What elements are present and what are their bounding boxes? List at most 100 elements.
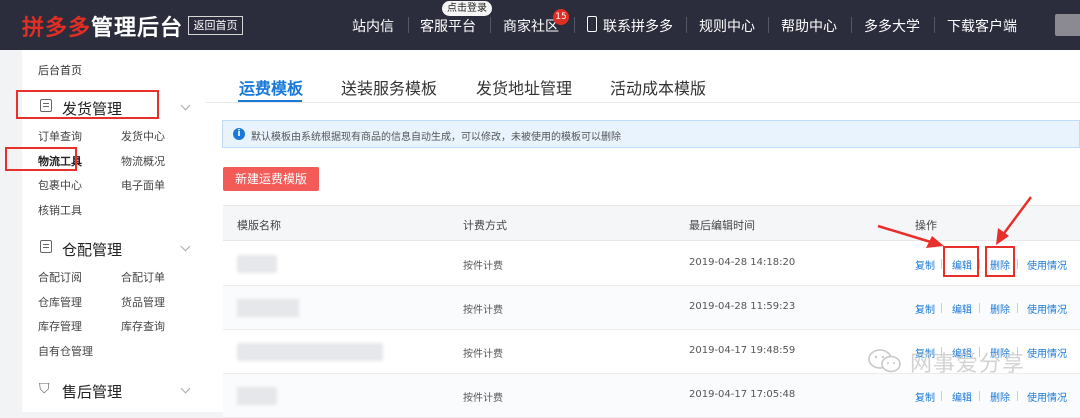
nav-download-client[interactable]: 下载客户端	[947, 16, 1017, 36]
edit-link[interactable]: 编辑	[952, 301, 972, 316]
wechat-icon	[868, 349, 901, 373]
tab-delivery-install-template[interactable]: 送装服务模板	[341, 75, 437, 99]
copy-link[interactable]: 复制	[915, 257, 935, 272]
nav-divider	[490, 17, 491, 33]
usage-link[interactable]: 使用情况	[1027, 345, 1067, 360]
document-icon	[40, 240, 52, 253]
login-badge[interactable]: 点击登录	[442, 1, 492, 16]
logo-brand: 拼多多	[22, 16, 92, 41]
phone-icon	[587, 16, 597, 32]
action-divider	[941, 259, 942, 269]
tab-shipping-address[interactable]: 发货地址管理	[476, 75, 572, 99]
avatar[interactable]	[1055, 14, 1080, 36]
table-row: 按件计费 2019-04-17 17:05:48 复制 编辑 删除 使用情况	[223, 374, 1080, 418]
nav-customer-service[interactable]: 客服平台	[420, 16, 476, 36]
tabs-divider	[206, 102, 1080, 103]
template-name-redacted	[237, 255, 277, 273]
sidebar-home[interactable]: 后台首页	[38, 62, 82, 78]
sidebar-section-warehouse[interactable]: 仓配管理	[62, 239, 122, 260]
sidebar-item-parcel-center[interactable]: 包裹中心	[38, 177, 82, 193]
highlight-box	[985, 246, 1015, 277]
action-divider	[941, 303, 942, 313]
billing-method: 按件计费	[463, 261, 503, 272]
action-divider	[979, 391, 980, 401]
nav-messages[interactable]: 站内信	[352, 16, 394, 36]
delete-link[interactable]: 删除	[990, 301, 1010, 316]
tab-freight-template[interactable]: 运费模板	[239, 75, 303, 99]
sidebar-item-warehouse-orders[interactable]: 合配订单	[121, 269, 165, 285]
logo-title: 管理后台	[91, 16, 184, 41]
template-table: 模版名称 计费方式 最后编辑时间 操作 按件计费 2019-04-28 14:1…	[223, 205, 1080, 418]
nav-help[interactable]: 帮助中心	[781, 16, 837, 36]
action-divider	[979, 303, 980, 313]
template-name-redacted	[237, 387, 277, 405]
sidebar-item-inventory-management[interactable]: 库存管理	[38, 318, 82, 334]
action-divider	[1017, 391, 1018, 401]
edit-link[interactable]: 编辑	[952, 389, 972, 404]
table-row: 按件计费 2019-04-28 11:59:23 复制 编辑 删除 使用情况	[223, 286, 1080, 330]
nav-divider	[934, 17, 935, 33]
chevron-down-icon[interactable]	[180, 100, 191, 111]
usage-link[interactable]: 使用情况	[1027, 389, 1067, 404]
nav-divider	[408, 17, 409, 33]
nav-university[interactable]: 多多大学	[864, 16, 920, 36]
header-actions: 操作	[915, 219, 937, 232]
notice-text: 默认模板由系统根据现有商品的信息自动生成，可以修改，未被使用的模板可以删除	[251, 132, 621, 143]
info-icon: i	[233, 128, 245, 140]
last-edited-time: 2019-04-17 19:48:59	[689, 345, 796, 356]
chevron-down-icon[interactable]	[180, 383, 191, 394]
billing-method: 按件计费	[463, 305, 503, 316]
tab-activity-cost-template[interactable]: 活动成本模版	[610, 75, 706, 99]
usage-link[interactable]: 使用情况	[1027, 301, 1067, 316]
table-header: 模版名称 计费方式 最后编辑时间 操作	[223, 205, 1080, 241]
nav-contact[interactable]: 联系拼多多	[603, 16, 673, 36]
back-home-button[interactable]: 返回首页	[188, 16, 243, 35]
last-edited-time: 2019-04-28 14:18:20	[689, 257, 796, 268]
action-divider	[979, 259, 980, 269]
chevron-down-icon[interactable]	[180, 241, 191, 252]
community-count-badge: 15	[553, 9, 569, 25]
nav-divider	[851, 17, 852, 33]
billing-method: 按件计费	[463, 349, 503, 360]
action-divider	[1017, 259, 1018, 269]
template-name-redacted	[237, 299, 299, 317]
sidebar-item-own-warehouse[interactable]: 自有仓管理	[38, 343, 93, 359]
shield-icon: ⛉	[39, 381, 50, 397]
copy-link[interactable]: 复制	[915, 301, 935, 316]
sidebar-item-subscription[interactable]: 合配订阅	[38, 269, 82, 285]
delete-link[interactable]: 删除	[990, 389, 1010, 404]
nav-rules[interactable]: 规则中心	[699, 16, 755, 36]
action-divider	[941, 391, 942, 401]
nav-divider	[574, 17, 575, 33]
info-notice: i 默认模板由系统根据现有商品的信息自动生成，可以修改，未被使用的模板可以删除	[222, 120, 1080, 148]
sidebar-section-after-sales[interactable]: 售后管理	[62, 381, 122, 402]
billing-method: 按件计费	[463, 393, 503, 404]
sidebar-item-verification-tools[interactable]: 核销工具	[38, 202, 82, 218]
last-edited-time: 2019-04-28 11:59:23	[689, 301, 796, 312]
sidebar-item-order-query[interactable]: 订单查询	[38, 128, 82, 144]
sidebar-item-inventory-query[interactable]: 库存查询	[121, 318, 165, 334]
top-bar: 拼多多管理后台 返回首页 站内信 点击登录 客服平台 商家社区 15 联系拼多多…	[0, 0, 1080, 50]
action-divider	[1017, 303, 1018, 313]
header-last-edited: 最后编辑时间	[689, 219, 755, 232]
watermark-text: 网事爱分享	[910, 352, 1026, 377]
sidebar-item-e-waybill[interactable]: 电子面单	[121, 177, 165, 193]
header-template-name: 模版名称	[237, 219, 281, 232]
copy-link[interactable]: 复制	[915, 389, 935, 404]
new-freight-template-button[interactable]: 新建运费模版	[223, 167, 319, 191]
nav-divider	[768, 17, 769, 33]
app-logo[interactable]: 拼多多管理后台	[22, 10, 183, 42]
highlight-box	[5, 147, 77, 171]
last-edited-time: 2019-04-17 17:05:48	[689, 389, 796, 400]
template-name-redacted	[237, 343, 383, 361]
sidebar-item-goods-management[interactable]: 货品管理	[121, 294, 165, 310]
nav-divider	[686, 17, 687, 33]
usage-link[interactable]: 使用情况	[1027, 257, 1067, 272]
header-billing-method: 计费方式	[463, 219, 507, 232]
sidebar-item-warehouse-management[interactable]: 仓库管理	[38, 294, 82, 310]
highlight-box	[16, 90, 159, 119]
nav-merchant-community[interactable]: 商家社区	[503, 16, 559, 36]
sidebar-item-logistics-overview[interactable]: 物流概况	[121, 153, 165, 169]
highlight-box	[943, 246, 979, 277]
sidebar-item-shipping-center[interactable]: 发货中心	[121, 128, 165, 144]
